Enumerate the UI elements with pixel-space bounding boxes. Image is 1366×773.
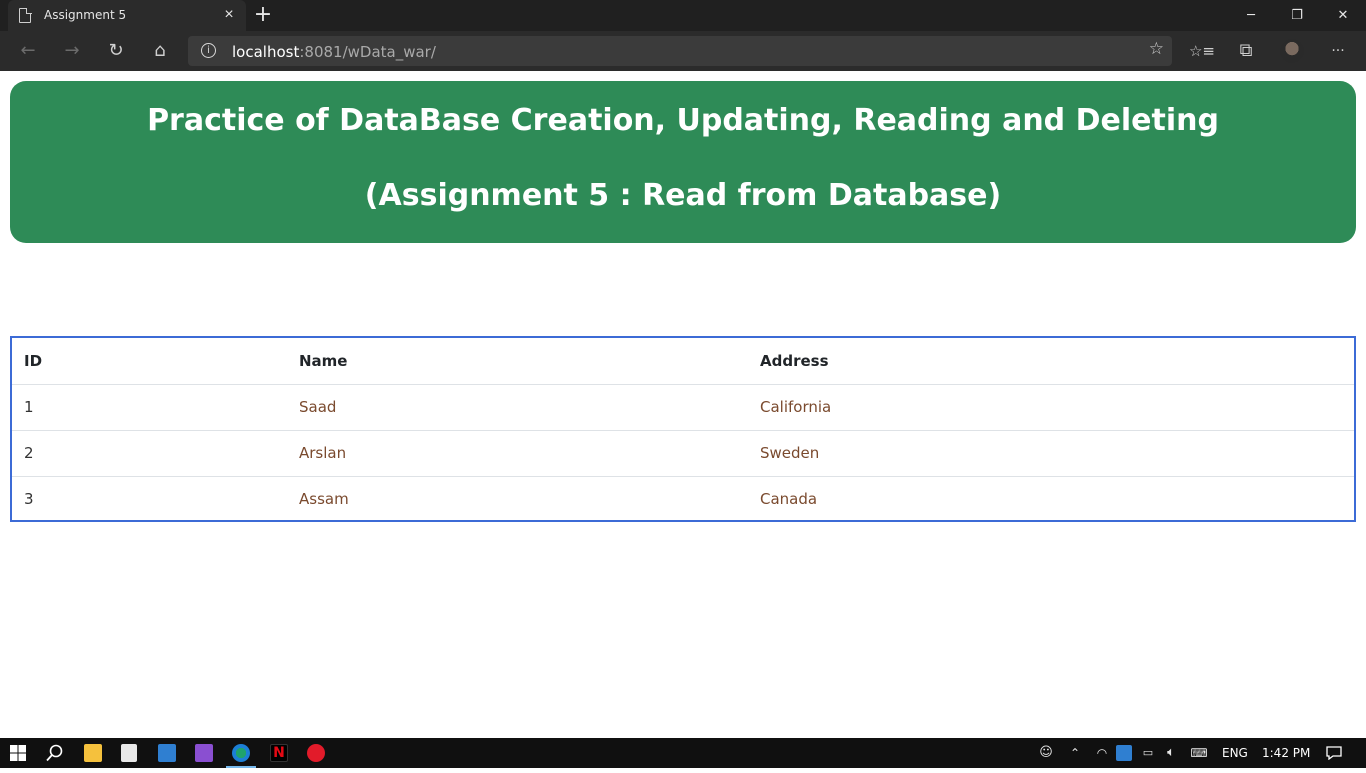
close-window-button[interactable]: ✕ [1320,0,1366,31]
cell-name: Saad [287,384,748,431]
netflix-icon[interactable]: N [270,744,288,762]
home-button[interactable]: ⌂ [145,37,175,65]
wifi-icon[interactable]: ◠ [1092,738,1112,768]
file-explorer-icon[interactable] [84,744,102,762]
cell-address: California [748,384,1354,431]
opera-icon[interactable] [307,744,325,762]
cell-id: 3 [24,490,34,509]
browser-toolbar: ← → ↻ ⌂ i localhost:8081/wData_war/ ☆ ☆≡… [0,31,1366,71]
windows-start-icon[interactable] [0,738,36,768]
mail-icon[interactable] [158,744,176,762]
tab-close-icon[interactable]: × [220,5,238,25]
taskbar: N ☺ ⌃ ◠ ▭ 🔈︎ ⌨ ENG 1:42 PM [0,738,1366,768]
visual-studio-icon[interactable] [195,744,213,762]
profile-avatar[interactable] [1280,39,1304,63]
store-icon[interactable] [121,744,137,762]
cell-address: Canada [760,490,818,509]
minimize-button[interactable]: ─ [1228,0,1274,31]
tab-title: Assignment 5 [44,8,127,22]
add-favorite-icon[interactable]: ☆ [1149,39,1164,59]
back-button[interactable]: ← [13,37,43,65]
browser-tab[interactable]: Assignment 5 × [8,0,246,31]
people-icon[interactable]: ☺ [1034,738,1058,768]
notification-icon[interactable] [1322,738,1346,768]
cell-id: 1 [12,384,287,431]
cell-name: Assam [299,490,349,509]
table-header-row: ID Name Address [12,338,1354,385]
search-icon[interactable] [40,738,70,768]
clock[interactable]: 1:42 PM [1262,738,1310,768]
table-row: 2 Arslan Sweden [12,430,1354,477]
refresh-button[interactable]: ↻ [101,37,131,65]
table-row: 3 Assam Canada [12,476,1354,522]
keyboard-icon[interactable]: ⌨ [1186,738,1212,768]
address-bar[interactable]: i localhost:8081/wData_war/ ☆ [188,36,1172,66]
forward-button[interactable]: → [57,37,87,65]
column-header-name: Name [287,338,748,385]
new-tab-button[interactable]: + [252,3,274,27]
cell-address: Sweden [748,430,1354,477]
collections-icon[interactable]: ⧉ [1231,37,1261,65]
favorites-icon[interactable]: ☆≡ [1187,37,1217,65]
restore-button[interactable]: ❐ [1274,0,1320,31]
table-row: 1 Saad California [12,384,1354,431]
info-icon[interactable]: i [201,43,216,58]
show-hidden-icons[interactable]: ⌃ [1064,738,1086,768]
page-icon [19,7,32,23]
cell-id: 2 [12,430,287,477]
page-title: Practice of DataBase Creation, Updating,… [147,103,1219,138]
tab-strip: Assignment 5 × + ─ ❐ ✕ [0,0,1366,31]
column-header-address: Address [748,338,1354,385]
edge-icon[interactable] [232,744,250,762]
volume-icon[interactable]: 🔈︎ [1160,738,1182,768]
battery-icon[interactable]: ▭ [1138,738,1158,768]
more-icon[interactable]: ··· [1323,37,1353,65]
url-text: localhost:8081/wData_war/ [232,43,436,61]
language-indicator[interactable]: ENG [1222,738,1248,768]
app-tray-icon[interactable] [1116,745,1132,761]
data-table: ID Name Address 1 Saad California 2 Arsl… [10,336,1356,522]
column-header-id: ID [12,338,287,385]
page-header: Practice of DataBase Creation, Updating,… [10,81,1356,243]
page-subtitle: (Assignment 5 : Read from Database) [364,178,1002,213]
cell-name: Arslan [287,430,748,477]
